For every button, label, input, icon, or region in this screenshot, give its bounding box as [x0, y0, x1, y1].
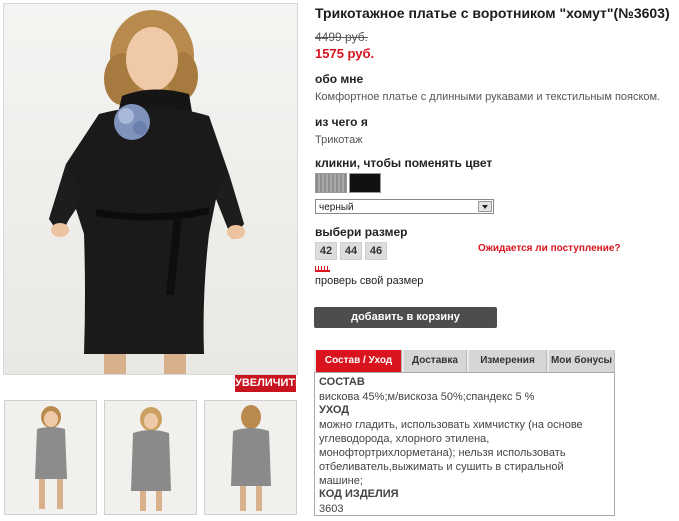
thumbnail-side[interactable] [104, 400, 197, 515]
composition-text: вискова 45%;м/вискоза 50%;спандекс 5 % [319, 391, 535, 403]
color-swatch-black[interactable] [349, 173, 381, 193]
color-select[interactable]: черный [315, 199, 494, 214]
tab-bonuses[interactable]: Мои бонусы [549, 350, 615, 372]
color-select-value: черный [319, 202, 354, 213]
old-price: 4499 руб. [315, 30, 368, 44]
check-size-link[interactable]: проверь свой размер [315, 275, 423, 287]
material-heading: из чего я [315, 115, 368, 129]
care-text-line: отбеливатель,выжимать и сушить в стираль… [319, 461, 564, 473]
color-swatch-gray[interactable] [315, 173, 347, 193]
care-text-line: можно гладить, использовать химчистку (н… [319, 419, 583, 431]
restock-link[interactable]: Ожидается ли поступление? [478, 243, 621, 254]
product-code: 3603 [319, 503, 344, 515]
zoom-button[interactable]: УВЕЛИЧИТЬ [235, 375, 303, 392]
composition-heading: СОСТАВ [319, 376, 365, 388]
chevron-down-icon[interactable] [478, 201, 492, 212]
care-heading: УХОД [319, 404, 350, 416]
size-option-46[interactable]: 46 [365, 242, 387, 260]
size-heading: выбери размер [315, 225, 408, 239]
care-text-line: монофтортрихлорметана); нельзя использов… [319, 447, 566, 459]
material-text: Трикотаж [315, 134, 363, 146]
color-heading: кликни, чтобы поменять цвет [315, 156, 493, 170]
thumbnail-image [131, 407, 171, 511]
sale-price: 1575 руб. [315, 46, 375, 61]
add-to-cart-button[interactable]: добавить в корзину [314, 307, 497, 328]
code-heading: КОД ИЗДЕЛИЯ [319, 488, 399, 500]
details-tabs: Состав / Уход Доставка Измерения Мои бон… [314, 350, 615, 372]
thumbnail-front[interactable] [4, 400, 97, 515]
tab-delivery[interactable]: Доставка [404, 350, 467, 372]
about-heading: обо мне [315, 72, 364, 86]
thumbnail-back[interactable] [204, 400, 297, 515]
thumbnail-image [231, 405, 271, 511]
care-text-line: углеводорода, хлорного этилена, [319, 433, 490, 445]
ruler-icon[interactable] [315, 266, 330, 272]
main-product-photo[interactable] [3, 3, 298, 375]
about-text: Комфортное платье с длинными рукавами и … [315, 91, 661, 103]
size-option-44[interactable]: 44 [340, 242, 362, 260]
product-title: Трикотажное платье с воротником "хомут"(… [315, 5, 670, 21]
tab-measurements[interactable]: Измерения [469, 350, 547, 372]
care-text-line: машине; [319, 475, 363, 487]
size-option-42[interactable]: 42 [315, 242, 337, 260]
model-in-black-dress-image [49, 10, 245, 374]
tab-composition-care[interactable]: Состав / Уход [316, 350, 402, 372]
thumbnail-image [35, 406, 67, 509]
